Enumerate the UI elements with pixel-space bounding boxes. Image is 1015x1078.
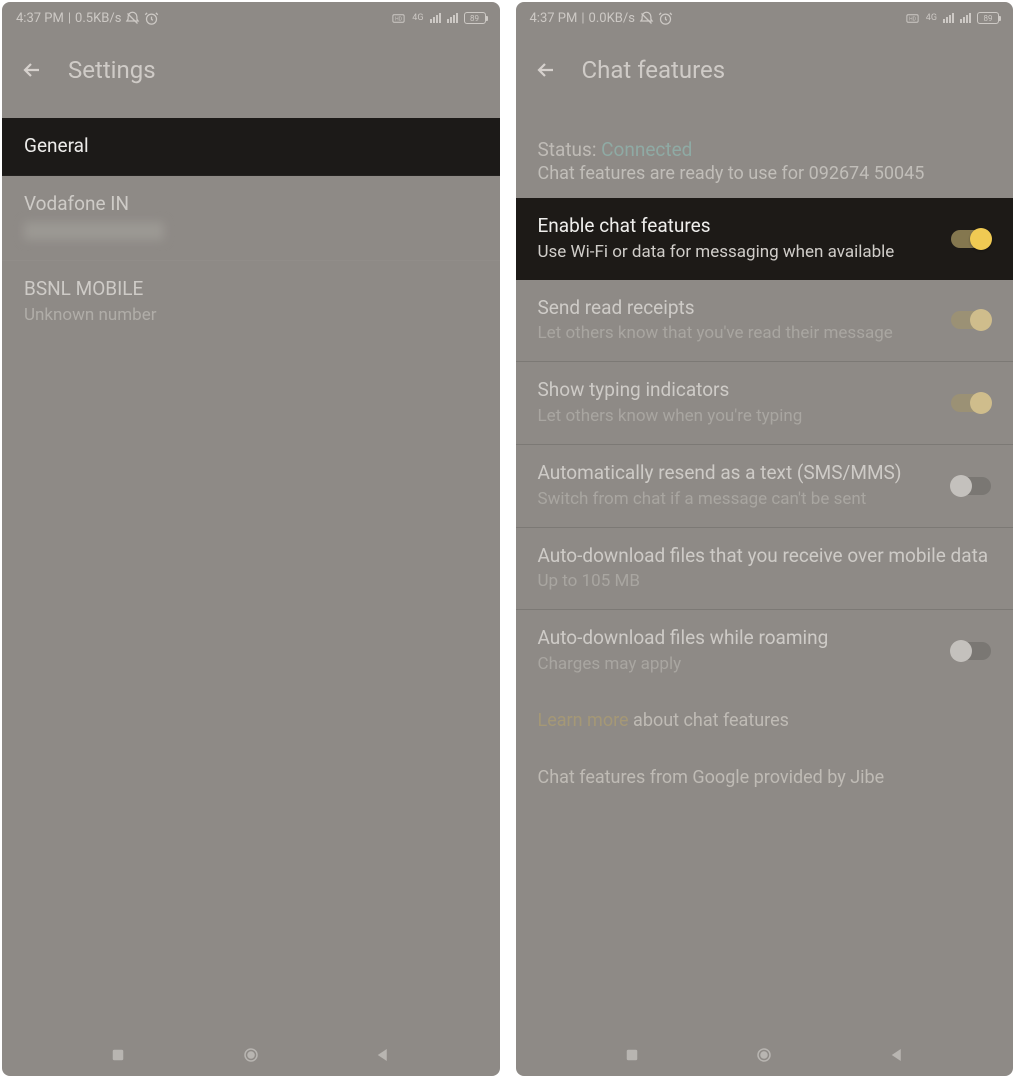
nav-bar (516, 1034, 1014, 1076)
chat-features-screen: 4:37 PM | 0.0KB/s HD 4G 89 Chat features… (516, 2, 1014, 1076)
back-nav-icon[interactable] (374, 1046, 392, 1064)
network-label: 4G (412, 13, 423, 23)
battery-icon: 89 (977, 12, 999, 24)
item-title: Automatically resend as a text (SMS/MMS) (538, 461, 938, 486)
provided-by: Chat features from Google provided by Ji… (516, 749, 1014, 806)
status-block: Status: Connected Chat features are read… (516, 118, 1014, 198)
signal-icon-1 (430, 13, 441, 23)
status-datarate: 0.5KB/s (75, 11, 121, 26)
status-datarate: 0.0KB/s (589, 11, 635, 26)
send-read-receipts[interactable]: Send read receipts Let others know that … (516, 280, 1014, 362)
toggle-auto-download-roaming[interactable] (951, 642, 991, 660)
item-subtitle: Charges may apply (538, 653, 938, 676)
signal-icon-1 (943, 13, 954, 23)
status-value: Connected (601, 138, 692, 161)
item-subtitle: Use Wi-Fi or data for messaging when ava… (538, 241, 938, 264)
recents-icon[interactable] (623, 1046, 641, 1064)
nav-bar (2, 1034, 500, 1076)
status-bar: 4:37 PM | 0.0KB/s HD 4G 89 (516, 2, 1014, 30)
app-bar: Settings (2, 30, 500, 100)
item-title: Auto-download files while roaming (538, 626, 938, 651)
item-title: Enable chat features (538, 214, 938, 239)
recents-icon[interactable] (109, 1046, 127, 1064)
enable-chat-features[interactable]: Enable chat features Use Wi-Fi or data f… (516, 198, 1014, 280)
status-bar: 4:37 PM | 0.5KB/s HD 4G 89 (2, 2, 500, 30)
learn-more-link[interactable]: Learn more (538, 710, 629, 731)
learn-more-row: Learn more about chat features (516, 692, 1014, 749)
status-time: 4:37 PM (530, 11, 578, 26)
battery-icon: 89 (464, 12, 486, 24)
volte-icon: HD (905, 11, 920, 26)
status-label: Status: (538, 138, 602, 161)
page-title: Chat features (582, 56, 726, 84)
status-description: Chat features are ready to use for 09267… (538, 163, 992, 184)
item-title: BSNL MOBILE (24, 277, 478, 302)
status-time: 4:37 PM (16, 11, 64, 26)
toggle-enable-chat[interactable] (951, 230, 991, 248)
toggle-read-receipts[interactable] (951, 311, 991, 329)
signal-icon-2 (960, 13, 971, 23)
item-subtitle: Let others know that you've read their m… (538, 322, 938, 345)
settings-screen: 4:37 PM | 0.5KB/s HD 4G 89 Settings Gene… (2, 2, 500, 1076)
volte-icon: HD (391, 11, 406, 26)
signal-icon-2 (447, 13, 458, 23)
blurred-number (24, 222, 164, 240)
svg-text:HD: HD (909, 16, 916, 22)
item-title: Auto-download files that you receive ove… (538, 544, 992, 569)
item-title: Send read receipts (538, 296, 938, 321)
item-subtitle: Switch from chat if a message can't be s… (538, 488, 938, 511)
home-icon[interactable] (242, 1046, 260, 1064)
page-title: Settings (68, 56, 156, 84)
back-arrow-icon[interactable] (20, 58, 44, 82)
mute-icon (125, 11, 140, 26)
learn-more-text: about chat features (629, 710, 789, 731)
back-nav-icon[interactable] (888, 1046, 906, 1064)
home-icon[interactable] (755, 1046, 773, 1064)
settings-item-vodafone[interactable]: Vodafone IN (2, 176, 500, 262)
mute-icon (639, 11, 654, 26)
item-subtitle: Unknown number (24, 304, 478, 327)
auto-resend-sms[interactable]: Automatically resend as a text (SMS/MMS)… (516, 445, 1014, 527)
status-divider: | (68, 11, 71, 26)
item-title: Vodafone IN (24, 192, 478, 217)
status-divider: | (581, 11, 584, 26)
auto-download-mobile[interactable]: Auto-download files that you receive ove… (516, 528, 1014, 610)
item-title: Show typing indicators (538, 378, 938, 403)
item-subtitle: Up to 105 MB (538, 570, 992, 593)
settings-item-general[interactable]: General (2, 118, 500, 176)
toggle-auto-resend[interactable] (951, 477, 991, 495)
app-bar: Chat features (516, 30, 1014, 100)
settings-item-bsnl[interactable]: BSNL MOBILE Unknown number (2, 261, 500, 343)
alarm-icon (144, 11, 159, 26)
show-typing-indicators[interactable]: Show typing indicators Let others know w… (516, 362, 1014, 444)
network-label: 4G (926, 13, 937, 23)
item-subtitle: Let others know when you're typing (538, 405, 938, 428)
back-arrow-icon[interactable] (534, 58, 558, 82)
item-title: General (24, 134, 478, 159)
svg-text:HD: HD (395, 16, 402, 22)
auto-download-roaming[interactable]: Auto-download files while roaming Charge… (516, 610, 1014, 692)
toggle-typing-indicators[interactable] (951, 394, 991, 412)
alarm-icon (658, 11, 673, 26)
